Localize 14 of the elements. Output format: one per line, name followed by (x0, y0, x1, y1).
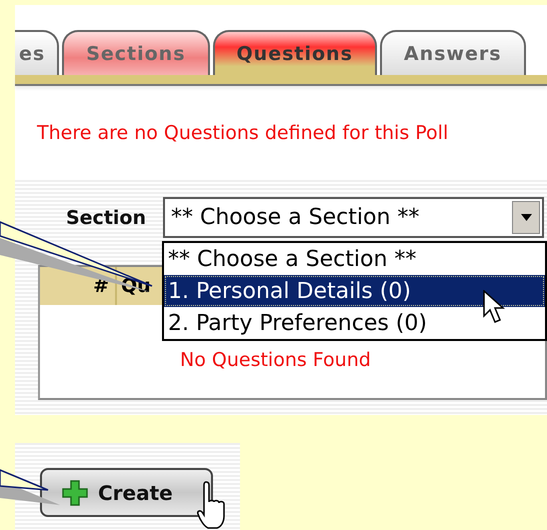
tab[interactable]: Questions (212, 30, 377, 75)
dropdown-option[interactable]: ** Choose a Section ** (164, 243, 545, 275)
empty-message: No Questions Found (180, 349, 371, 371)
create-button[interactable]: Create (40, 468, 213, 517)
dropdown-option[interactable]: 1. Personal Details (0) (164, 275, 545, 307)
plus-icon (62, 480, 88, 506)
field-label: Section (64, 206, 146, 228)
tab[interactable]: es (15, 30, 60, 75)
dropdown-option[interactable]: 2. Party Preferences (0) (164, 307, 545, 339)
error-message: There are no Questions defined for this Poll (37, 122, 448, 144)
callout-pointer (0, 468, 60, 505)
tab[interactable]: Answers (380, 30, 526, 75)
arrow-cursor-icon (483, 290, 507, 324)
section-select[interactable]: ** Choose a Section ** (163, 197, 544, 238)
